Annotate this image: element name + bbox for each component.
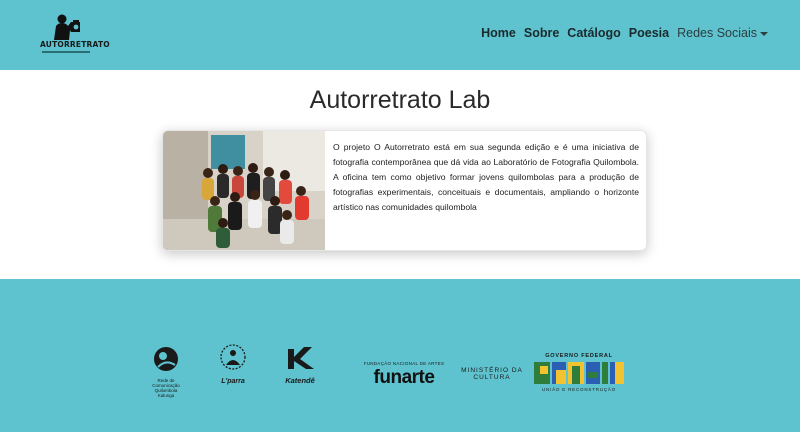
navbar: AUTORRETRATO Home Sobre Catálogo Poesia …: [0, 0, 800, 70]
brand-logo[interactable]: AUTORRETRATO: [40, 12, 110, 58]
rede-comunicacao-icon: [154, 347, 178, 371]
partner-lparra-logo[interactable]: L'parra: [214, 343, 252, 385]
nav-home[interactable]: Home: [481, 26, 516, 40]
caret-down-icon: [760, 32, 768, 36]
footer: Rede de Comunicação Quilombola Kalunga L…: [0, 279, 800, 432]
partner-rede-comunicacao-logo[interactable]: Rede de Comunicação Quilombola Kalunga: [148, 345, 184, 398]
gov-tagline: UNIÃO E RECONSTRUÇÃO: [541, 387, 616, 392]
katende-label: Katendê: [285, 376, 315, 385]
ministerio-line-2: CULTURA: [473, 374, 511, 381]
main-nav: Home Sobre Catálogo Poesia Redes Sociais: [481, 26, 768, 40]
funarte-wordmark: funarte: [373, 367, 435, 388]
ministerio-line-1: MINISTÉRIO DA: [461, 367, 523, 374]
partner-katende-logo[interactable]: Katendê: [280, 345, 320, 385]
page-title: Autorretrato Lab: [309, 86, 491, 114]
group-photo: [163, 131, 325, 250]
brand-logo-text: AUTORRETRATO: [40, 40, 110, 49]
camera-person-icon: [54, 14, 80, 40]
lparra-icon: [220, 344, 246, 370]
brasil-wordmark-icon: [534, 362, 624, 384]
nav-redes-sociais-label: Redes Sociais: [677, 26, 757, 40]
brand-underline: [42, 51, 90, 53]
partner-ministerio-cultura-logo[interactable]: MINISTÉRIO DA CULTURA: [460, 367, 524, 387]
project-description: O projeto O Autorretrato está em sua seg…: [333, 142, 639, 212]
nav-poesia[interactable]: Poesia: [629, 26, 669, 40]
gov-top-text: GOVERNO FEDERAL: [545, 353, 613, 359]
lparra-label: L'parra: [221, 378, 245, 385]
funarte-tagline: FUNDAÇÃO NACIONAL DE ARTES: [363, 361, 445, 366]
nav-sobre[interactable]: Sobre: [524, 26, 559, 40]
project-card: O projeto O Autorretrato está em sua seg…: [162, 130, 647, 251]
rede-comunicacao-label: Rede de Comunicação Quilombola Kalunga: [152, 378, 180, 398]
katende-icon: [288, 347, 314, 369]
nav-catalogo[interactable]: Catálogo: [567, 26, 620, 40]
partner-funarte-logo[interactable]: FUNDAÇÃO NACIONAL DE ARTES funarte: [360, 361, 448, 391]
partner-governo-federal-logo[interactable]: GOVERNO FEDERAL UNIÃO E RECONSTRUÇÃO: [532, 353, 626, 397]
main-content: Autorretrato Lab O projeto O Autorretrat…: [0, 70, 800, 280]
nav-redes-sociais-dropdown[interactable]: Redes Sociais: [677, 26, 768, 40]
